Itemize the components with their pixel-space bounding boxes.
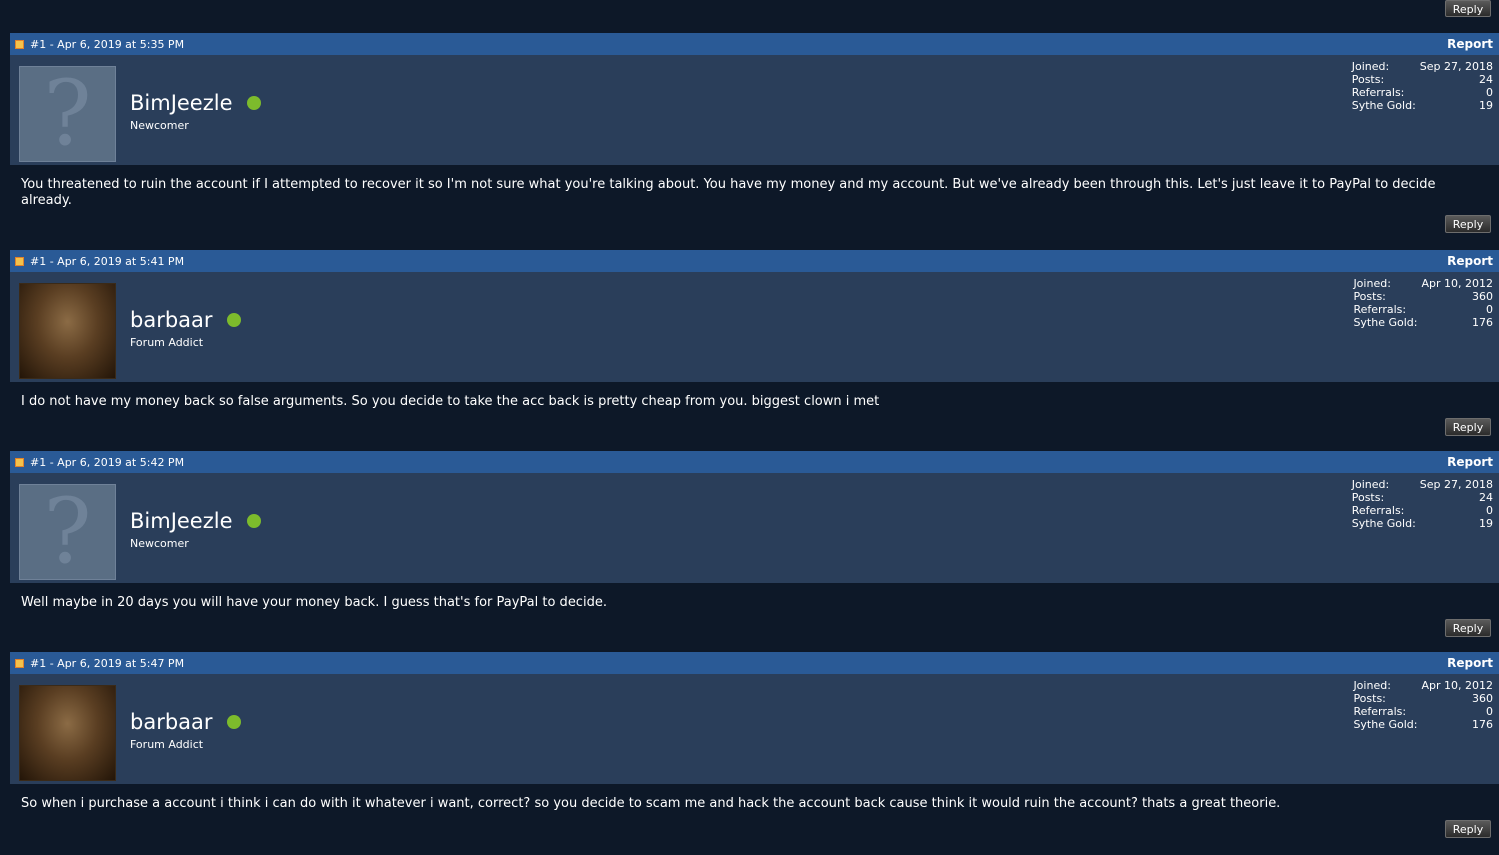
- post-body: Well maybe in 20 days you will have your…: [10, 583, 1499, 650]
- post-icon: [15, 256, 24, 266]
- stat-sythe-gold: Sythe Gold: 176: [1353, 316, 1493, 329]
- post-body: So when i purchase a account i think i c…: [10, 784, 1499, 855]
- username-link[interactable]: barbaar: [130, 710, 213, 734]
- post-date: #1 - Apr 6, 2019 at 5:35 PM: [30, 37, 185, 51]
- user-stats: Joined: Sep 27, 2018 Posts: 24 Referrals: 0…: [1352, 478, 1493, 530]
- username-row: barbaar: [130, 308, 241, 332]
- stat-referrals: Referrals: 0: [1351, 86, 1493, 99]
- post-date: #1 - Apr 6, 2019 at 5:47 PM: [30, 656, 185, 670]
- user-info-bar: ? BimJeezle Newcomer Joined: Sep 27, 2018…: [10, 55, 1499, 165]
- stat-referrals: Referrals: 0: [1353, 303, 1493, 316]
- default-avatar[interactable]: ?: [19, 66, 116, 162]
- post-date: #1 - Apr 6, 2019 at 5:41 PM: [30, 254, 185, 268]
- username-link[interactable]: barbaar: [130, 308, 213, 332]
- post-message: You threatened to ruin the account if I …: [21, 177, 1436, 208]
- report-link[interactable]: Report: [1447, 37, 1493, 51]
- user-avatar[interactable]: [19, 685, 116, 781]
- post: #1 - Apr 6, 2019 at 5:35 PM Report ? Bim…: [10, 33, 1499, 248]
- stat-posts: Posts: 360: [1353, 692, 1493, 705]
- post-header: #1 - Apr 6, 2019 at 5:42 PM Report: [10, 451, 1499, 473]
- post: #1 - Apr 6, 2019 at 5:41 PM Report barba…: [10, 250, 1499, 449]
- report-link[interactable]: Report: [1447, 455, 1493, 469]
- online-status-icon: [246, 514, 261, 528]
- report-link[interactable]: Report: [1447, 254, 1493, 268]
- user-avatar[interactable]: [19, 283, 116, 379]
- online-status-icon: [226, 313, 241, 327]
- user-info-bar: barbaar Forum Addict Joined: Apr 10, 2012…: [10, 272, 1499, 382]
- user-info-bar: ? BimJeezle Newcomer Joined: Sep 27, 2018…: [10, 473, 1499, 583]
- post-body: You threatened to ruin the account if I …: [10, 165, 1499, 248]
- reply-button[interactable]: Reply: [1445, 820, 1491, 838]
- user-info-bar: barbaar Forum Addict Joined: Apr 10, 2012…: [10, 674, 1499, 784]
- post-icon: [15, 39, 24, 49]
- stat-joined: Joined: Apr 10, 2012: [1353, 679, 1493, 692]
- post-icon: [15, 658, 24, 668]
- online-status-icon: [226, 715, 241, 729]
- reply-button[interactable]: Reply: [1445, 619, 1491, 637]
- user-title: Newcomer: [130, 119, 189, 132]
- post-header: #1 - Apr 6, 2019 at 5:47 PM Report: [10, 652, 1499, 674]
- stat-posts: Posts: 360: [1353, 290, 1493, 303]
- username-row: barbaar: [130, 710, 241, 734]
- reply-button[interactable]: Reply: [1445, 215, 1491, 233]
- stat-sythe-gold: Sythe Gold: 19: [1351, 517, 1493, 530]
- post-body: I do not have my money back so false arg…: [10, 382, 1499, 449]
- post: #1 - Apr 6, 2019 at 5:47 PM Report barba…: [10, 652, 1499, 855]
- stat-referrals: Referrals: 0: [1351, 504, 1493, 517]
- question-mark-icon: ?: [43, 61, 92, 166]
- stat-referrals: Referrals: 0: [1353, 705, 1493, 718]
- post-message: So when i purchase a account i think i c…: [21, 796, 1281, 811]
- post-header: #1 - Apr 6, 2019 at 5:35 PM Report: [10, 33, 1499, 55]
- post-icon: [15, 457, 24, 467]
- stat-joined: Joined: Sep 27, 2018: [1351, 478, 1493, 491]
- username-row: BimJeezle: [130, 509, 261, 533]
- stat-posts: Posts: 24: [1351, 73, 1493, 86]
- stat-joined: Joined: Sep 27, 2018: [1351, 60, 1493, 73]
- user-title: Newcomer: [130, 537, 189, 550]
- stat-sythe-gold: Sythe Gold: 19: [1351, 99, 1493, 112]
- stat-posts: Posts: 24: [1351, 491, 1493, 504]
- default-avatar[interactable]: ?: [19, 484, 116, 580]
- previous-post-footer: Reply: [10, 0, 1499, 31]
- reply-button[interactable]: Reply: [1445, 418, 1491, 436]
- post-date: #1 - Apr 6, 2019 at 5:42 PM: [30, 455, 185, 469]
- username-link[interactable]: BimJeezle: [130, 509, 233, 533]
- post-header: #1 - Apr 6, 2019 at 5:41 PM Report: [10, 250, 1499, 272]
- post: #1 - Apr 6, 2019 at 5:42 PM Report ? Bim…: [10, 451, 1499, 650]
- post-message: I do not have my money back so false arg…: [21, 394, 880, 409]
- user-stats: Joined: Apr 10, 2012 Posts: 360 Referrals:…: [1353, 277, 1493, 329]
- stat-sythe-gold: Sythe Gold: 176: [1353, 718, 1493, 731]
- question-mark-icon: ?: [43, 479, 92, 584]
- user-stats: Joined: Sep 27, 2018 Posts: 24 Referrals: 0…: [1352, 60, 1493, 112]
- report-link[interactable]: Report: [1447, 656, 1493, 670]
- reply-button[interactable]: Reply: [1445, 0, 1491, 17]
- user-title: Forum Addict: [130, 336, 204, 349]
- online-status-icon: [246, 96, 261, 110]
- user-title: Forum Addict: [130, 738, 204, 751]
- username-row: BimJeezle: [130, 91, 261, 115]
- username-link[interactable]: BimJeezle: [130, 91, 233, 115]
- stat-joined: Joined: Apr 10, 2012: [1353, 277, 1493, 290]
- post-message: Well maybe in 20 days you will have your…: [21, 595, 607, 610]
- user-stats: Joined: Apr 10, 2012 Posts: 360 Referrals:…: [1353, 679, 1493, 731]
